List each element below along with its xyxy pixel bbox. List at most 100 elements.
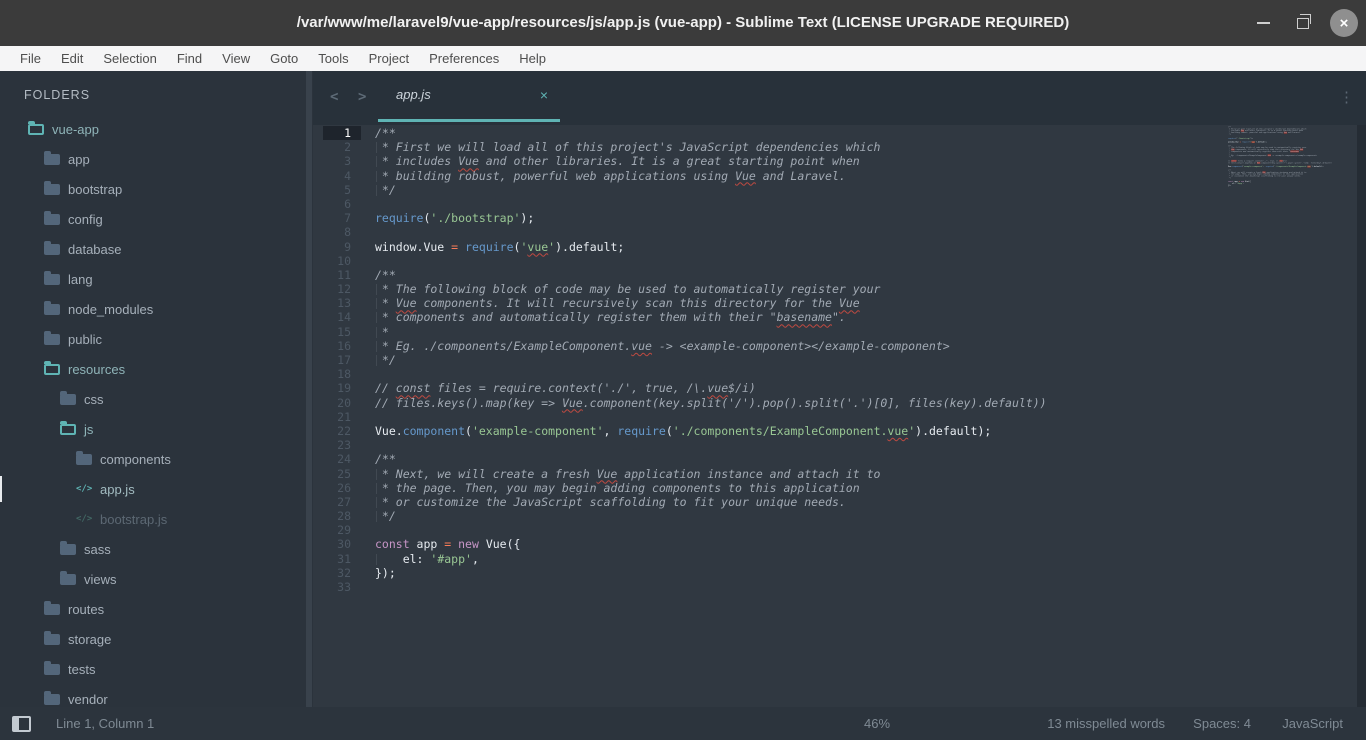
code-area[interactable]: 1234567891011121314151617181920212223242… [313,125,1366,707]
tab-close-icon[interactable]: × [540,71,548,119]
menu-item-preferences[interactable]: Preferences [419,46,509,71]
sidebar-folder-components[interactable]: components [0,444,306,474]
code-token: , [604,424,618,438]
tree-item-label: routes [68,602,104,617]
code-line: }); [375,566,1047,580]
code-token: component [403,424,465,438]
line-number: 15 [323,325,361,339]
tree-item-label: config [68,212,103,227]
tree-item-label: vue-app [52,122,99,137]
menu-item-view[interactable]: View [212,46,260,71]
menu-item-selection[interactable]: Selection [93,46,166,71]
code-content[interactable]: /** * First we will load all of this pro… [375,126,1047,594]
sidebar-folder-public[interactable]: public [0,324,306,354]
sidebar-folder-node_modules[interactable]: node_modules [0,294,306,324]
sidebar-folder-database[interactable]: database [0,234,306,264]
editor-scrollbar[interactable] [1357,125,1366,707]
sidebar-folder-routes[interactable]: routes [0,594,306,624]
menu-item-file[interactable]: File [10,46,51,71]
sidebar-folder-sass[interactable]: sass [0,534,306,564]
code-line [375,580,1047,594]
code-token: const [396,381,431,395]
code-token: require [465,240,513,254]
code-token: Vue [396,296,417,310]
tree-item-label: tests [68,662,95,677]
restore-icon [1297,18,1309,29]
line-number: 30 [323,537,361,551]
folder-icon [44,154,60,165]
line-number: 10 [323,254,361,268]
folder-icon [60,574,76,585]
status-syntax[interactable]: JavaScript [1282,707,1343,740]
maximize-button[interactable] [1288,0,1318,46]
code-token: * or customize the JavaScript scaffoldin… [375,495,846,509]
line-number: 26 [323,481,361,495]
code-token: new [458,537,479,551]
tree-item-label: lang [68,272,93,287]
status-zoom-level[interactable]: 46% [864,707,890,740]
sidebar-folder-vendor[interactable]: vendor [0,684,306,707]
tab-history-back-icon[interactable]: < [330,71,338,122]
menu-item-find[interactable]: Find [167,46,212,71]
minimap[interactable]: /** * First we will load all of this pro… [1228,126,1335,190]
code-token: * [375,325,389,339]
sidebar-folder-resources[interactable]: resources [0,354,306,384]
tree-item-label: resources [68,362,125,377]
sidebar-folder-storage[interactable]: storage [0,624,306,654]
sidebar-folder-js[interactable]: js [0,414,306,444]
line-number: 6 [323,197,361,211]
sidebar-folder-lang[interactable]: lang [0,264,306,294]
sidebar-toggle-icon[interactable] [12,716,31,732]
sidebar-file-bootstrap-js[interactable]: </>bootstrap.js [0,504,306,534]
code-line: /** [375,126,1047,140]
menu-item-help[interactable]: Help [509,46,556,71]
code-line [375,523,1047,537]
code-token: -> <example-component></example-componen… [652,339,950,353]
status-indentation[interactable]: Spaces: 4 [1193,707,1251,740]
file-code-icon: </> [76,484,92,494]
menu-item-tools[interactable]: Tools [308,46,358,71]
code-line: * The following block of code may be use… [375,282,1047,296]
code-token: * [375,296,396,310]
menu-bar: FileEditSelectionFindViewGotoToolsProjec… [0,46,1366,71]
sidebar-folder-bootstrap[interactable]: bootstrap [0,174,306,204]
code-token: require [617,424,665,438]
code-token: , [472,552,479,566]
minimize-button[interactable] [1248,0,1278,46]
sidebar-folder-views[interactable]: views [0,564,306,594]
code-token: $/i) [728,381,756,395]
tree-item-label: app.js [100,482,135,497]
sidebar-folder-vue-app[interactable]: vue-app [0,114,306,144]
line-number: 14 [323,310,361,324]
code-token: /** [375,268,396,282]
code-token: * Next, we will create a fresh [375,467,597,481]
sidebar-folder-css[interactable]: css [0,384,306,414]
line-number: 2 [323,140,361,154]
menu-item-project[interactable]: Project [359,46,419,71]
code-line: * Eg. ./components/ExampleComponent.vue … [375,339,1047,353]
sidebar-folder-config[interactable]: config [0,204,306,234]
tab-appjs[interactable]: app.js × [378,71,560,122]
folder-icon [44,274,60,285]
sidebar-folder-app[interactable]: app [0,144,306,174]
code-token: // [375,381,396,395]
folder-open-icon [28,124,44,135]
code-line: * or customize the JavaScript scaffoldin… [375,495,1047,509]
current-file-indicator [0,476,2,502]
sidebar-file-app-js[interactable]: </> app.js [0,474,306,504]
menu-item-edit[interactable]: Edit [51,46,93,71]
close-button[interactable]: × [1329,0,1359,46]
tab-overflow-icon[interactable]: ⋮ [1339,71,1354,122]
main-area: FOLDERS vue-appappbootstrapconfigdatabas… [0,71,1366,707]
folder-icon [44,694,60,705]
status-misspelled-words[interactable]: 13 misspelled words [1047,707,1165,740]
tree-item-label: node_modules [68,302,153,317]
sidebar-scrollbar[interactable] [306,71,312,707]
tab-history-forward-icon[interactable]: > [358,71,366,122]
folder-icon [44,664,60,675]
folder-icon [44,334,60,345]
code-line: * components and automatically register … [375,310,1047,324]
sidebar-folder-tests[interactable]: tests [0,654,306,684]
menu-item-goto[interactable]: Goto [260,46,308,71]
code-line: */ [375,509,1047,523]
